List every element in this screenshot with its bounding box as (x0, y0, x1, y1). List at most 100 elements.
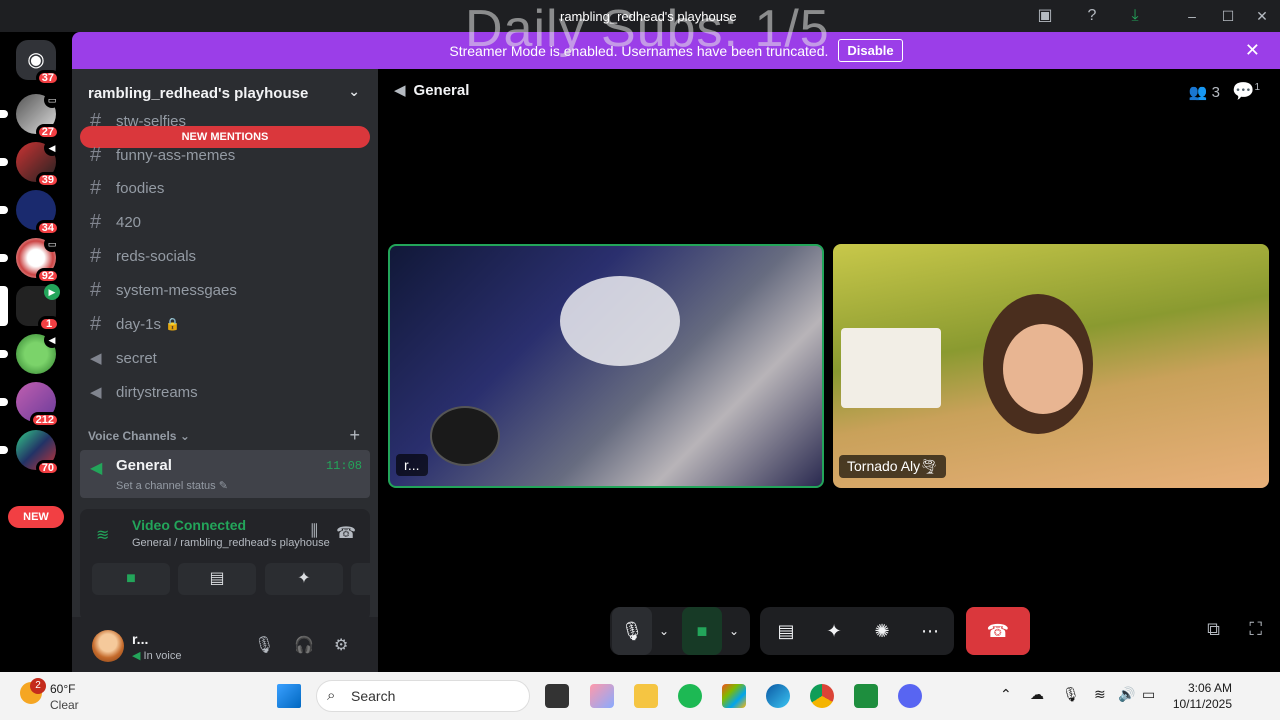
help-icon[interactable]: ? (1082, 6, 1102, 26)
new-servers-pill[interactable]: NEW (8, 506, 64, 528)
channel-item[interactable]: # system-messgaes (80, 274, 370, 306)
username[interactable]: r... (132, 631, 148, 647)
download-icon[interactable]: ⤓ (1125, 6, 1145, 26)
camera-button[interactable]: ■ (92, 563, 170, 595)
home-discord-button[interactable]: ◉ 37 (16, 40, 60, 86)
camera-options-chevron-icon[interactable]: ⌄ (722, 607, 746, 655)
channel-item[interactable]: # day-1s 🔒 (80, 308, 370, 340)
user-status: ◀ In voice (132, 649, 181, 662)
gear-icon[interactable]: ⚙ (334, 635, 348, 655)
activities-icon[interactable]: ✦ (814, 607, 854, 655)
server-icon[interactable]: ◀ 39 (0, 140, 60, 188)
close-icon[interactable]: ✕ (1245, 40, 1260, 61)
channel-item[interactable]: # 420 (80, 206, 370, 238)
start-button[interactable] (277, 684, 301, 708)
channel-item[interactable]: ◀ secret (80, 342, 370, 374)
channel-name: funny-ass-memes (116, 146, 236, 164)
taskbar-search[interactable]: ⌕ Search (316, 680, 530, 712)
maximize-button[interactable]: ☐ (1216, 6, 1240, 26)
mic-options-chevron-icon[interactable]: ⌄ (652, 607, 676, 655)
voice-channels-header[interactable]: Voice Channels ⌄ (88, 429, 362, 443)
discord-icon[interactable] (898, 684, 922, 708)
chevron-down-icon: ⌄ (179, 429, 190, 443)
set-status-link[interactable]: Set a channel status ✎ (116, 479, 228, 492)
microphone-icon[interactable]: 🎙 (254, 635, 274, 655)
close-window-button[interactable]: ✕ (1250, 6, 1274, 26)
spotify-icon[interactable] (678, 684, 702, 708)
channel-name: secret (116, 349, 157, 367)
chat-button[interactable]: 💬1 (1232, 81, 1260, 102)
unread-pip (0, 110, 8, 118)
hash-icon: # (90, 176, 102, 199)
cloud-icon[interactable]: ☁ (1030, 686, 1044, 703)
channel-name: foodies (116, 179, 165, 197)
user-status-text: In voice (143, 650, 182, 662)
server-icon[interactable]: 70 (0, 430, 60, 476)
voice-status-subtitle[interactable]: General / rambling_redhead's playhouse (132, 537, 330, 549)
microphone-icon[interactable]: 🎙 (1062, 686, 1080, 703)
store-icon[interactable] (722, 684, 746, 708)
camera-icon[interactable]: ■ (682, 607, 722, 655)
weather-badge: 2 (30, 678, 46, 694)
volume-icon[interactable]: 🔊 (1118, 686, 1135, 703)
more-options-icon[interactable]: ⋯ (910, 607, 950, 655)
copilot-icon[interactable] (590, 684, 614, 708)
chrome-icon[interactable] (810, 684, 834, 708)
video-content (560, 276, 680, 366)
speaker-icon: ◀ (394, 82, 406, 99)
server-badge: 39 (35, 172, 60, 188)
file-explorer-icon[interactable] (634, 684, 658, 708)
activities-button[interactable]: ✦ (265, 563, 343, 595)
windows-taskbar: 2 60°F Clear ⌕ Search ⌃ ☁ 🎙 ≋ 🔊 ▭ 3:06 A… (0, 672, 1280, 720)
battery-icon[interactable]: ▭ (1142, 686, 1155, 703)
video-tile[interactable]: r... (388, 244, 824, 488)
channel-item[interactable]: # reds-socials (80, 240, 370, 272)
window-title: rambling_redhead's playhouse (560, 9, 737, 24)
channel-name: day-1s (116, 315, 162, 333)
disable-streamer-mode-button[interactable]: Disable (838, 39, 903, 62)
video-content (1003, 324, 1083, 414)
add-channel-icon[interactable]: + (349, 425, 360, 446)
server-badge: 37 (35, 70, 60, 86)
voice-stage: ◀ General 👥 3 💬1 r... Tornado Aly🌪 🎙 ⌄ ■ … (378, 69, 1280, 672)
server-icon[interactable]: ▭ 92 (0, 236, 60, 284)
call-duration: 11:08 (325, 459, 362, 473)
screen-share-icon[interactable]: ▣ (1035, 6, 1055, 26)
video-tile[interactable]: Tornado Aly🌪 (833, 244, 1269, 488)
avatar[interactable] (92, 630, 124, 662)
soundboard-icon[interactable]: ✺ (862, 607, 902, 655)
app-icon[interactable] (854, 684, 878, 708)
participants-button[interactable]: 👥 3 (1189, 83, 1220, 101)
task-view-icon[interactable] (545, 684, 569, 708)
unread-pip (0, 398, 8, 406)
server-icon[interactable]: 212 (0, 382, 60, 428)
streamer-mode-banner: Streamer Mode is enabled. Usernames have… (72, 32, 1280, 69)
disconnect-call-button[interactable]: ☎ (966, 607, 1030, 655)
server-icon[interactable]: ◀ (0, 332, 60, 374)
signal-icon[interactable]: ≋ (96, 525, 109, 545)
server-badge: 27 (35, 124, 60, 140)
channel-item[interactable]: # foodies (80, 172, 370, 204)
popout-icon[interactable]: ⧉ (1207, 619, 1220, 640)
noise-suppression-icon[interactable]: ⫼ (311, 523, 318, 541)
edge-icon[interactable] (766, 684, 790, 708)
stage-channel-name: General (413, 82, 470, 99)
server-icon[interactable]: ▭ 27 (0, 92, 60, 140)
system-clock[interactable]: 3:06 AM 10/11/2025 (1173, 680, 1232, 712)
channel-item[interactable]: # funny-ass-memes (80, 139, 370, 171)
headphones-icon[interactable]: 🎧 (294, 635, 314, 655)
disconnect-icon[interactable]: ☎ (336, 523, 356, 543)
microphone-icon[interactable]: 🎙 (612, 607, 652, 655)
clock-time: 3:06 AM (1187, 681, 1232, 695)
voice-channel-general[interactable]: ◀ General Set a channel status ✎ 11:08 (80, 450, 370, 498)
server-icon[interactable]: 34 (0, 190, 60, 236)
wifi-icon[interactable]: ≋ (1094, 686, 1106, 703)
channel-item[interactable]: ◀ dirtystreams (80, 376, 370, 408)
chevron-up-icon[interactable]: ⌃ (1000, 686, 1012, 703)
voice-status-title[interactable]: Video Connected (132, 517, 246, 533)
minimize-button[interactable]: – (1180, 6, 1204, 26)
screen-share-button[interactable]: ▤ (178, 563, 256, 595)
screen-share-icon[interactable]: ▤ (766, 607, 806, 655)
fullscreen-icon[interactable]: ⛶ (1249, 619, 1262, 640)
server-icon-active[interactable]: ▶ 1 (0, 284, 60, 332)
